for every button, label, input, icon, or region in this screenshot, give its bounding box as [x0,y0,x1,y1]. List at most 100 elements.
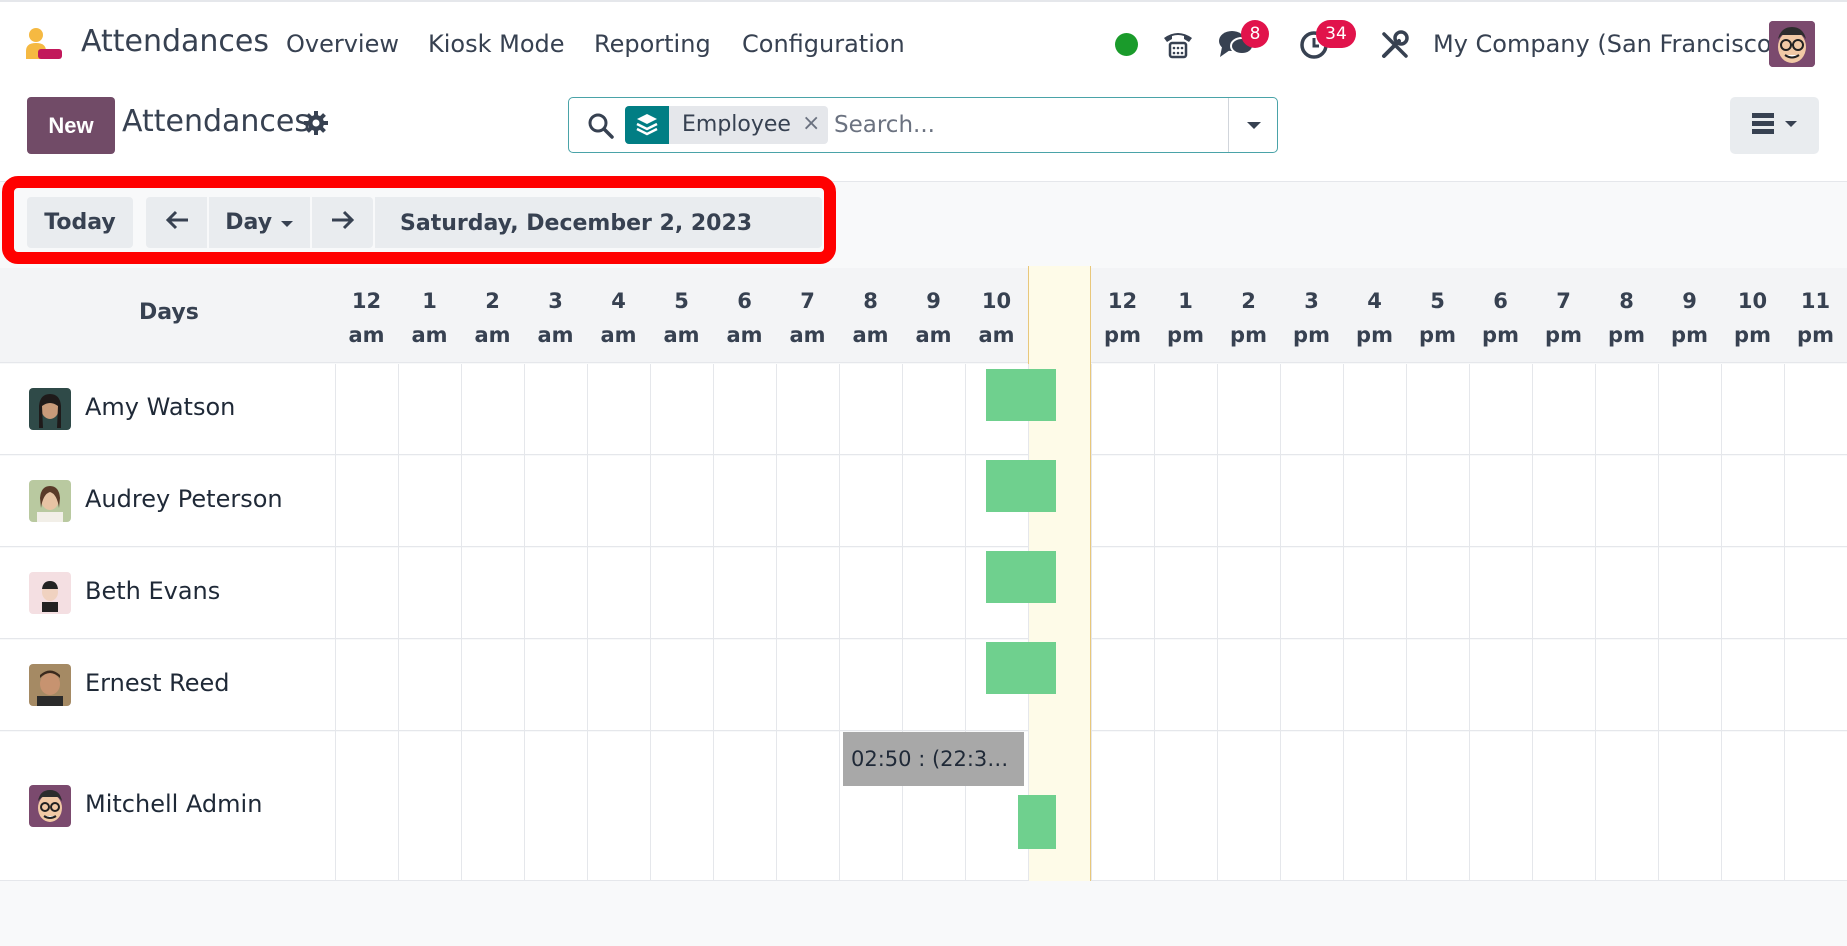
new-button[interactable]: New [27,97,115,154]
hour-period: am [600,323,637,347]
hour-period: pm [1608,323,1645,347]
grid-line [902,364,903,881]
nav-configuration[interactable]: Configuration [742,30,905,58]
hour-header: 1 am [398,284,461,352]
hour-header: 9 pm [1658,284,1721,352]
grid-line [1217,364,1218,881]
grid-line [1469,364,1470,881]
attendance-pill[interactable] [986,551,1056,603]
search-input[interactable] [834,106,1194,144]
employee-avatar [29,785,71,827]
control-panel: New Attendances Employee × [0,84,1847,182]
employee-avatar [29,664,71,706]
search-icon [588,113,614,139]
hour-period: am [726,323,763,347]
hour-header: 10 am [965,284,1028,352]
employee-avatar [29,572,71,614]
hour-period: am [348,323,385,347]
hour-period: am [663,323,700,347]
hour-number: 4 [611,289,626,313]
view-switcher-button[interactable] [1730,97,1819,154]
messages-count-badge: 8 [1241,20,1269,48]
hour-header: 3 pm [1280,284,1343,352]
employee-avatar [29,388,71,430]
nav-reporting[interactable]: Reporting [594,30,711,58]
days-header: Days [139,300,199,325]
grid-line [1280,364,1281,881]
hour-number: 8 [1619,289,1634,313]
grid-line [1721,364,1722,881]
hour-period: pm [1419,323,1456,347]
hour-number: 2 [485,289,500,313]
overtime-pill[interactable]: 02:50 : (22:3… [843,732,1024,786]
employee-name: Amy Watson [85,393,236,421]
hour-header: 4 pm [1343,284,1406,352]
gantt-row[interactable]: Audrey Peterson [0,456,1847,547]
facet-label: Employee [682,112,791,137]
hour-number: 9 [926,289,941,313]
hour-header: 6 pm [1469,284,1532,352]
hour-period: am [915,323,952,347]
grid-line [1532,364,1533,881]
gear-icon[interactable] [303,110,329,136]
hour-number: 9 [1682,289,1697,313]
search-facet-employee: Employee × [625,106,828,144]
hour-number: 12 [351,289,382,313]
employee-name: Ernest Reed [85,669,230,697]
attendance-pill[interactable] [986,369,1056,421]
page-footer-space [0,881,1847,946]
employee-name: Mitchell Admin [85,790,263,818]
hour-period: pm [1356,323,1393,347]
group-by-layers-icon [625,106,669,144]
hour-header: 1 pm [1154,284,1217,352]
hour-header: 8 am [839,284,902,352]
attendance-pill[interactable] [1018,795,1056,849]
hour-number: 2 [1241,289,1256,313]
attendances-app-icon[interactable] [24,27,64,63]
hour-header: 5 am [650,284,713,352]
hour-period: pm [1545,323,1582,347]
top-navbar: Attendances Overview Kiosk Mode Reportin… [0,0,1847,84]
phone-icon[interactable] [1161,26,1195,60]
hour-number: 3 [1304,289,1319,313]
gantt-view-icon [1752,113,1797,134]
hour-period: pm [1230,323,1267,347]
gantt-row[interactable]: Amy Watson [0,364,1847,455]
hour-period: am [537,323,574,347]
hour-period: am [852,323,889,347]
gantt-row[interactable]: Beth Evans [0,548,1847,639]
attendance-pill[interactable] [986,460,1056,512]
app-title[interactable]: Attendances [81,24,269,59]
hour-header: 11 pm [1784,284,1847,352]
attendance-pill[interactable] [986,642,1056,694]
hour-number: 6 [1493,289,1508,313]
nav-overview[interactable]: Overview [286,30,399,58]
company-switcher[interactable]: My Company (San Francisco) [1433,30,1781,58]
hour-period: pm [1482,323,1519,347]
search-options-toggle[interactable] [1228,98,1278,152]
grid-line [335,364,336,881]
annotation-highlight-box [2,176,836,264]
nav-kiosk-mode[interactable]: Kiosk Mode [428,30,565,58]
grid-line [1091,364,1092,881]
hour-header: 4 am [587,284,650,352]
settings-tools-icon[interactable] [1379,29,1411,61]
grid-line [965,364,966,881]
page-title: Attendances [122,104,311,139]
hour-number: 1 [422,289,437,313]
grid-line [713,364,714,881]
hour-number: 6 [737,289,752,313]
facet-remove-button[interactable]: × [802,111,820,136]
search-bar[interactable]: Employee × [568,97,1278,153]
gantt-row[interactable]: Ernest Reed [0,640,1847,731]
hour-header: 2 pm [1217,284,1280,352]
user-avatar[interactable] [1769,21,1815,67]
hour-number: 1 [1178,289,1193,313]
hour-header: 10 pm [1721,284,1784,352]
hour-header: 8 pm [1595,284,1658,352]
hour-period: am [789,323,826,347]
hour-header: 5 pm [1406,284,1469,352]
grid-line [524,364,525,881]
employee-name: Audrey Peterson [85,485,283,513]
hour-period: pm [1734,323,1771,347]
